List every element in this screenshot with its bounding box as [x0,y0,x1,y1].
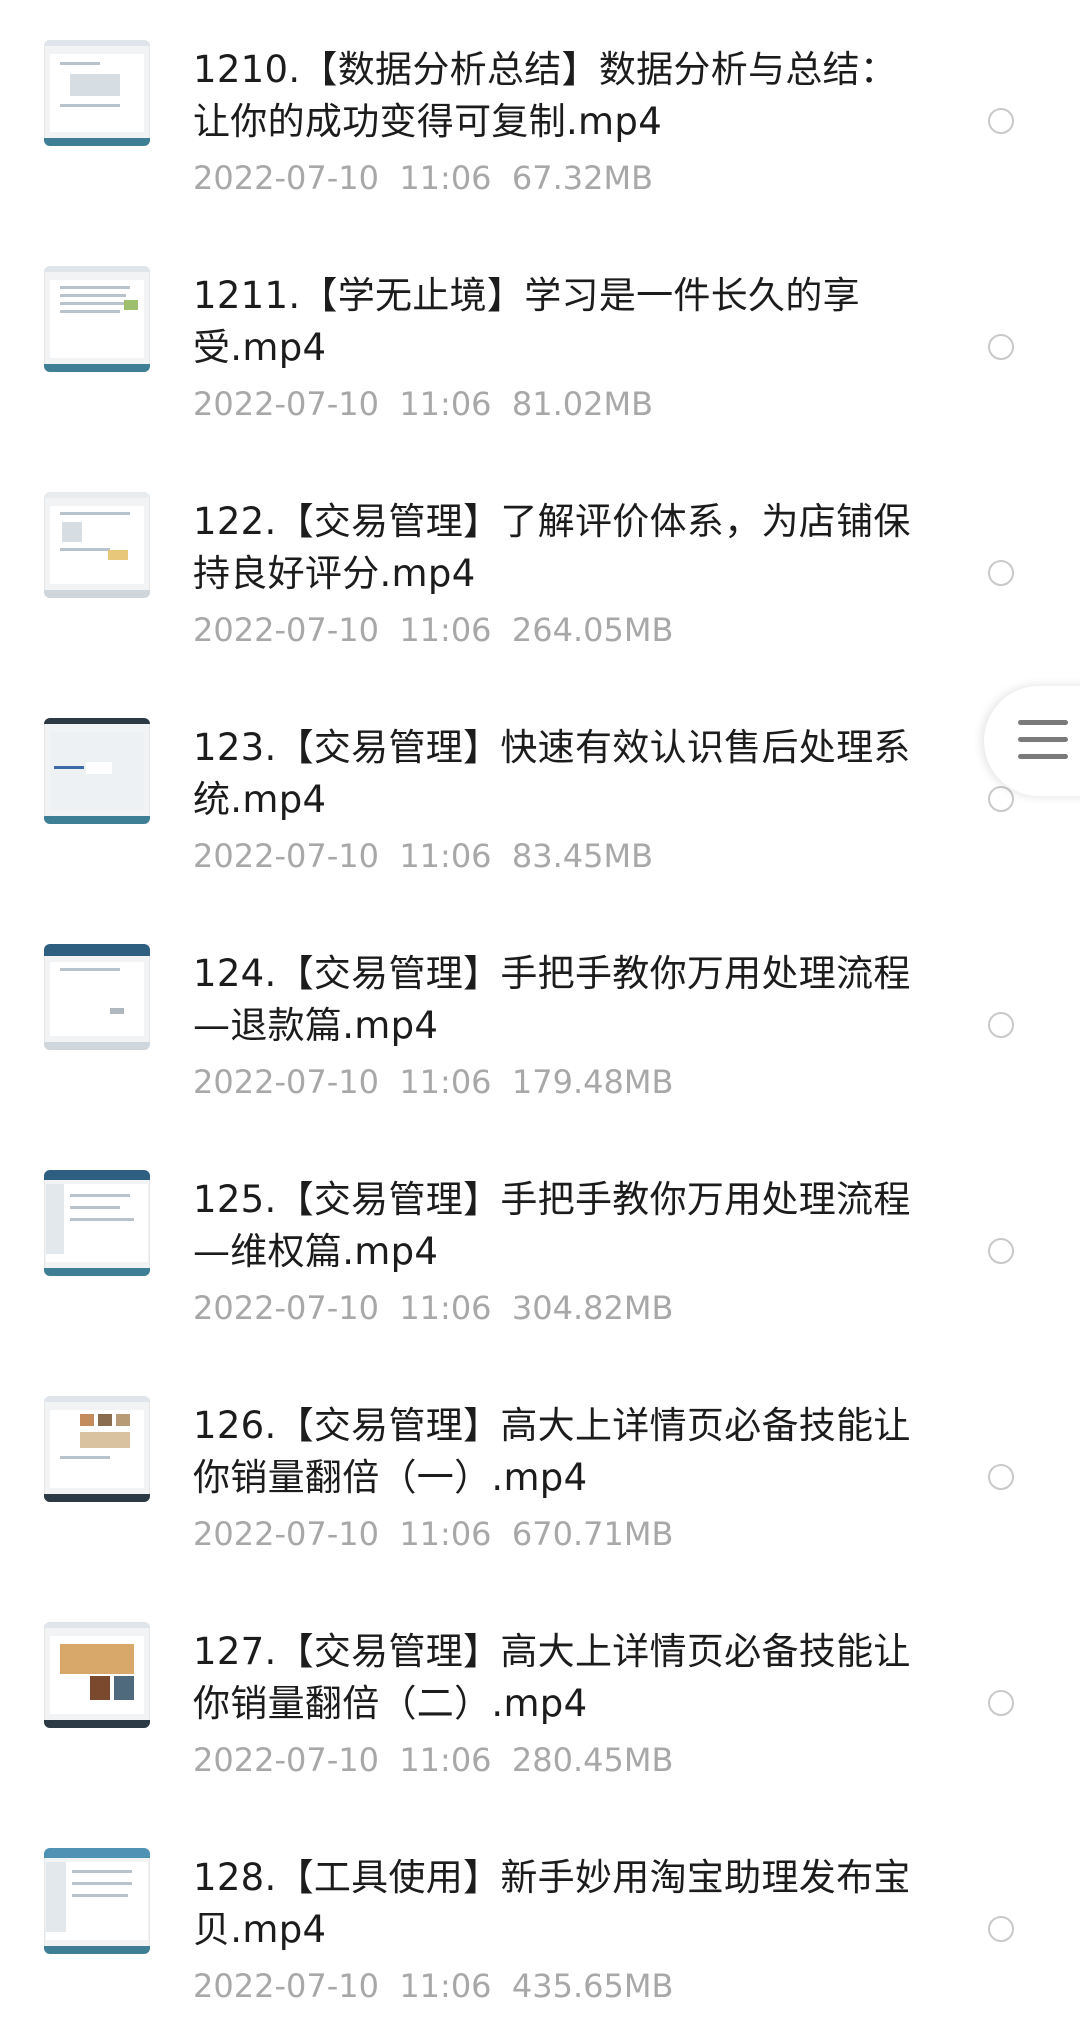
file-date: 2022-07-10 [193,837,379,875]
file-name: 127.【交易管理】高大上详情页必备技能让你销量翻倍（二）.mp4 [193,1630,911,1725]
video-thumbnail-icon [44,1170,150,1276]
file-date: 2022-07-10 [193,1063,379,1101]
select-radio[interactable] [988,1012,1014,1038]
select-radio[interactable] [988,1238,1014,1264]
file-size: 670.71MB [511,1515,674,1553]
file-meta: 2022-07-10 11:06 179.48MB [193,1062,673,1102]
file-meta: 2022-07-10 11:06 67.32MB [193,158,653,198]
select-radio[interactable] [988,1916,1014,1942]
file-row[interactable]: 125.【交易管理】手把手教你万用处理流程—维权篇.mp4 2022-07-10… [0,1130,1080,1356]
file-row[interactable]: 123.【交易管理】快速有效认识售后处理系统.mp4 2022-07-10 11… [0,678,1080,904]
video-thumbnail-icon [44,1622,150,1728]
file-size: 264.05MB [511,611,674,649]
file-name: 125.【交易管理】手把手教你万用处理流程—维权篇.mp4 [193,1178,911,1273]
file-date: 2022-07-10 [193,385,379,423]
file-date: 2022-07-10 [193,159,379,197]
file-meta: 2022-07-10 11:06 264.05MB [193,610,673,650]
video-thumbnail-icon [44,1848,150,1954]
video-thumbnail-icon [44,492,150,598]
file-time: 11:06 [399,159,492,197]
file-row[interactable]: 122.【交易管理】了解评价体系，为店铺保持良好评分.mp4 2022-07-1… [0,452,1080,678]
file-time: 11:06 [399,1289,492,1327]
file-size: 67.32MB [511,159,654,197]
file-meta: 2022-07-10 11:06 435.65MB [193,1966,673,2006]
file-date: 2022-07-10 [193,1289,379,1327]
file-size: 179.48MB [511,1063,674,1101]
file-name: 1211.【学无止境】学习是一件长久的享受.mp4 [193,274,860,369]
hamburger-menu-icon [1018,720,1068,760]
file-meta: 2022-07-10 11:06 83.45MB [193,836,653,876]
file-time: 11:06 [399,1967,492,2005]
file-name: 122.【交易管理】了解评价体系，为店铺保持良好评分.mp4 [193,500,911,595]
select-radio[interactable] [988,1690,1014,1716]
file-name: 123.【交易管理】快速有效认识售后处理系统.mp4 [193,726,911,821]
file-time: 11:06 [399,1741,492,1779]
select-radio[interactable] [988,1464,1014,1490]
select-radio[interactable] [988,334,1014,360]
file-meta: 2022-07-10 11:06 81.02MB [193,384,653,424]
file-size: 304.82MB [511,1289,674,1327]
file-time: 11:06 [399,1515,492,1553]
file-row[interactable]: 1211.【学无止境】学习是一件长久的享受.mp4 2022-07-10 11:… [0,226,1080,452]
file-meta: 2022-07-10 11:06 304.82MB [193,1288,673,1328]
file-row[interactable]: 126.【交易管理】高大上详情页必备技能让你销量翻倍（一）.mp4 2022-0… [0,1356,1080,1582]
file-date: 2022-07-10 [193,1741,379,1779]
file-row[interactable]: 128.【工具使用】新手妙用淘宝助理发布宝贝.mp4 2022-07-10 11… [0,1808,1080,2034]
video-thumbnail-icon [44,1396,150,1502]
video-thumbnail-icon [44,718,150,824]
video-thumbnail-icon [44,40,150,146]
file-meta: 2022-07-10 11:06 670.71MB [193,1514,673,1554]
file-name: 124.【交易管理】手把手教你万用处理流程—退款篇.mp4 [193,952,911,1047]
file-time: 11:06 [399,837,492,875]
file-time: 11:06 [399,1063,492,1101]
select-radio[interactable] [988,560,1014,586]
file-name: 126.【交易管理】高大上详情页必备技能让你销量翻倍（一）.mp4 [193,1404,911,1499]
file-size: 435.65MB [511,1967,674,2005]
file-row[interactable]: 127.【交易管理】高大上详情页必备技能让你销量翻倍（二）.mp4 2022-0… [0,1582,1080,1808]
file-date: 2022-07-10 [193,611,379,649]
file-meta: 2022-07-10 11:06 280.45MB [193,1740,673,1780]
file-time: 11:06 [399,385,492,423]
file-row[interactable]: 1210.【数据分析总结】数据分析与总结：让你的成功变得可复制.mp4 2022… [0,0,1080,226]
file-list: 1210.【数据分析总结】数据分析与总结：让你的成功变得可复制.mp4 2022… [0,0,1080,2024]
video-thumbnail-icon [44,266,150,372]
file-date: 2022-07-10 [193,1515,379,1553]
select-radio[interactable] [988,108,1014,134]
file-name: 128.【工具使用】新手妙用淘宝助理发布宝贝.mp4 [193,1856,911,1951]
file-time: 11:06 [399,611,492,649]
file-size: 280.45MB [511,1741,674,1779]
file-date: 2022-07-10 [193,1967,379,2005]
file-name: 1210.【数据分析总结】数据分析与总结：让你的成功变得可复制.mp4 [193,48,898,143]
file-size: 83.45MB [511,837,654,875]
file-size: 81.02MB [511,385,654,423]
select-radio[interactable] [988,786,1014,812]
video-thumbnail-icon [44,944,150,1050]
file-row[interactable]: 124.【交易管理】手把手教你万用处理流程—退款篇.mp4 2022-07-10… [0,904,1080,1130]
